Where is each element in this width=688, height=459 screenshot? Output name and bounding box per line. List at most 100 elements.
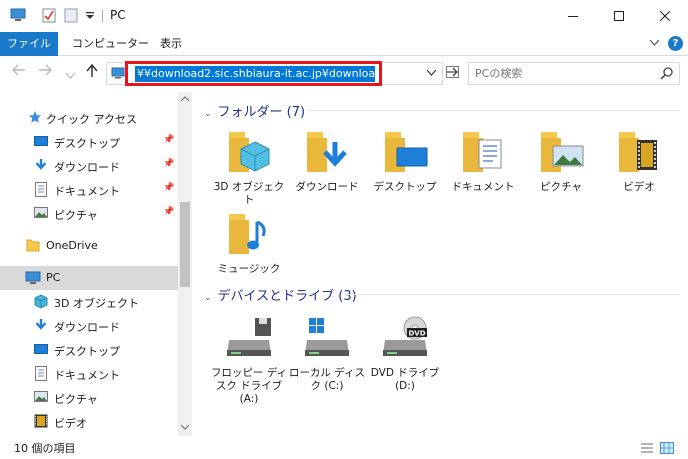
nav-item-downloads-pinned[interactable]: ダウンロード 📌 [0, 154, 178, 178]
nav-item-downloads[interactable]: ダウンロード [0, 314, 178, 338]
folders-group-header[interactable]: ⌄ フォルダー (7) [204, 101, 305, 120]
nav-item-documents[interactable]: ドキュメント [0, 362, 178, 386]
chevron-down-icon[interactable]: ⌄ [204, 109, 212, 119]
maximize-icon [614, 11, 624, 21]
navigation-pane: クイック アクセス デスクトップ 📌 ダウンロード 📌 ドキュメント 📌 ピクチ… [0, 92, 192, 436]
folder-pictures[interactable]: ピクチャ [522, 128, 600, 194]
download-icon [35, 159, 47, 170]
search-icon[interactable] [660, 67, 673, 80]
nav-item-quick-access[interactable]: クイック アクセス [0, 106, 178, 130]
search-input[interactable] [475, 66, 655, 81]
up-arrow-icon [86, 63, 98, 77]
tab-view[interactable]: 表示 [160, 32, 182, 56]
ribbon-expand-icon[interactable] [650, 40, 659, 46]
search-box[interactable] [468, 62, 680, 85]
scrollbar-thumb[interactable] [180, 202, 190, 287]
desktop-icon [34, 136, 48, 146]
pc-icon [111, 67, 125, 79]
drive-dvd-d[interactable]: DVD DVD ドライブ (D:) [366, 314, 444, 393]
pin-icon[interactable]: 📌 [163, 207, 174, 217]
picture-folder-icon [541, 132, 584, 172]
pin-icon[interactable]: 📌 [163, 159, 174, 169]
folder-downloads[interactable]: ダウンロード [288, 128, 366, 194]
nav-item-onedrive[interactable]: OneDrive [0, 234, 178, 258]
address-input[interactable] [135, 66, 375, 82]
quick-access-dropdown-icon[interactable] [86, 12, 94, 20]
go-button[interactable] [446, 66, 459, 82]
back-arrow-icon [12, 64, 25, 76]
chevron-down-icon [65, 72, 76, 79]
chevron-down-icon[interactable]: ⌄ [204, 293, 212, 303]
music-folder-icon [229, 214, 266, 254]
tab-file[interactable]: ファイル [0, 32, 58, 56]
pin-icon[interactable]: 📌 [163, 135, 174, 145]
video-icon [34, 414, 48, 428]
address-bar[interactable] [106, 61, 443, 86]
nav-item-desktop[interactable]: デスクトップ [0, 338, 178, 362]
picture-icon [34, 207, 48, 218]
recent-locations-button[interactable] [65, 67, 76, 83]
large-icons-view-icon[interactable] [660, 442, 674, 454]
title-bar: PC [0, 0, 688, 32]
cube-folder-icon [229, 132, 270, 172]
drives-group-header[interactable]: ⌄ デバイスとドライブ (3) [204, 285, 357, 304]
document-icon [35, 366, 47, 381]
nav-pane-scrollbar[interactable] [178, 92, 192, 436]
new-folder-icon[interactable] [64, 8, 78, 23]
help-icon[interactable]: ? [668, 36, 683, 51]
go-arrow-icon [446, 66, 459, 78]
address-dropdown-icon[interactable] [427, 70, 436, 76]
properties-icon[interactable] [42, 8, 56, 23]
cube-icon [34, 294, 48, 309]
nav-item-pc[interactable]: PC [0, 266, 178, 290]
dvd-badge: DVD [408, 330, 425, 338]
forward-arrow-icon [39, 64, 52, 76]
drive-local-c[interactable]: ローカル ディスク (C:) [288, 314, 366, 393]
floppy-drive-icon [227, 318, 271, 356]
details-view-icon[interactable] [640, 442, 654, 454]
minimize-button[interactable] [550, 0, 596, 32]
folder-3d-objects[interactable]: 3D オブジェクト [210, 128, 288, 207]
star-icon [29, 111, 41, 123]
desktop-folder-icon [385, 132, 428, 172]
back-button[interactable] [12, 64, 26, 80]
tab-computer[interactable]: コンピューター [72, 32, 149, 56]
scroll-down-icon[interactable] [180, 424, 190, 430]
folder-music[interactable]: ミュージック [210, 210, 288, 276]
folder-desktop[interactable]: デスクトップ [366, 128, 444, 194]
nav-item-documents-pinned[interactable]: ドキュメント 📌 [0, 178, 178, 202]
window-title: PC [110, 8, 126, 22]
nav-item-desktop-pinned[interactable]: デスクトップ 📌 [0, 130, 178, 154]
nav-item-pictures[interactable]: ピクチャ [0, 386, 178, 410]
nav-item-videos[interactable]: ビデオ [0, 410, 178, 434]
group-divider [308, 110, 680, 111]
local-disk-icon [305, 318, 349, 356]
maximize-button[interactable] [596, 0, 642, 32]
folder-documents[interactable]: ドキュメント [444, 128, 522, 194]
ribbon: ファイル コンピューター 表示 ? [0, 32, 688, 56]
group-divider [346, 294, 680, 295]
close-button[interactable] [642, 0, 688, 32]
forward-button[interactable] [38, 64, 52, 80]
document-folder-icon [463, 132, 502, 172]
up-button[interactable] [86, 63, 98, 82]
close-icon [660, 11, 670, 21]
desktop-icon [34, 344, 48, 354]
minimize-icon [568, 16, 578, 17]
address-highlight-box [125, 61, 382, 86]
download-icon [35, 319, 47, 330]
pin-icon[interactable]: 📌 [163, 183, 174, 193]
folder-videos[interactable]: ビデオ [600, 128, 678, 194]
download-folder-icon [307, 132, 347, 172]
scroll-up-icon[interactable] [180, 96, 190, 102]
item-count: 10 個の項目 [14, 442, 76, 455]
picture-icon [34, 391, 48, 402]
document-icon [35, 182, 47, 197]
folder-icon [26, 239, 40, 252]
content-pane: ⌄ フォルダー (7) 3D オブジェクト ダウンロード デスクトップ ドキュメン… [196, 92, 688, 436]
pc-icon [10, 8, 26, 21]
drive-floppy-a[interactable]: フロッピー ディスク ドライブ (A:) [210, 314, 288, 406]
nav-item-pictures-pinned[interactable]: ピクチャ 📌 [0, 202, 178, 226]
nav-item-3d-objects[interactable]: 3D オブジェクト [0, 290, 178, 314]
title-separator [102, 9, 103, 23]
